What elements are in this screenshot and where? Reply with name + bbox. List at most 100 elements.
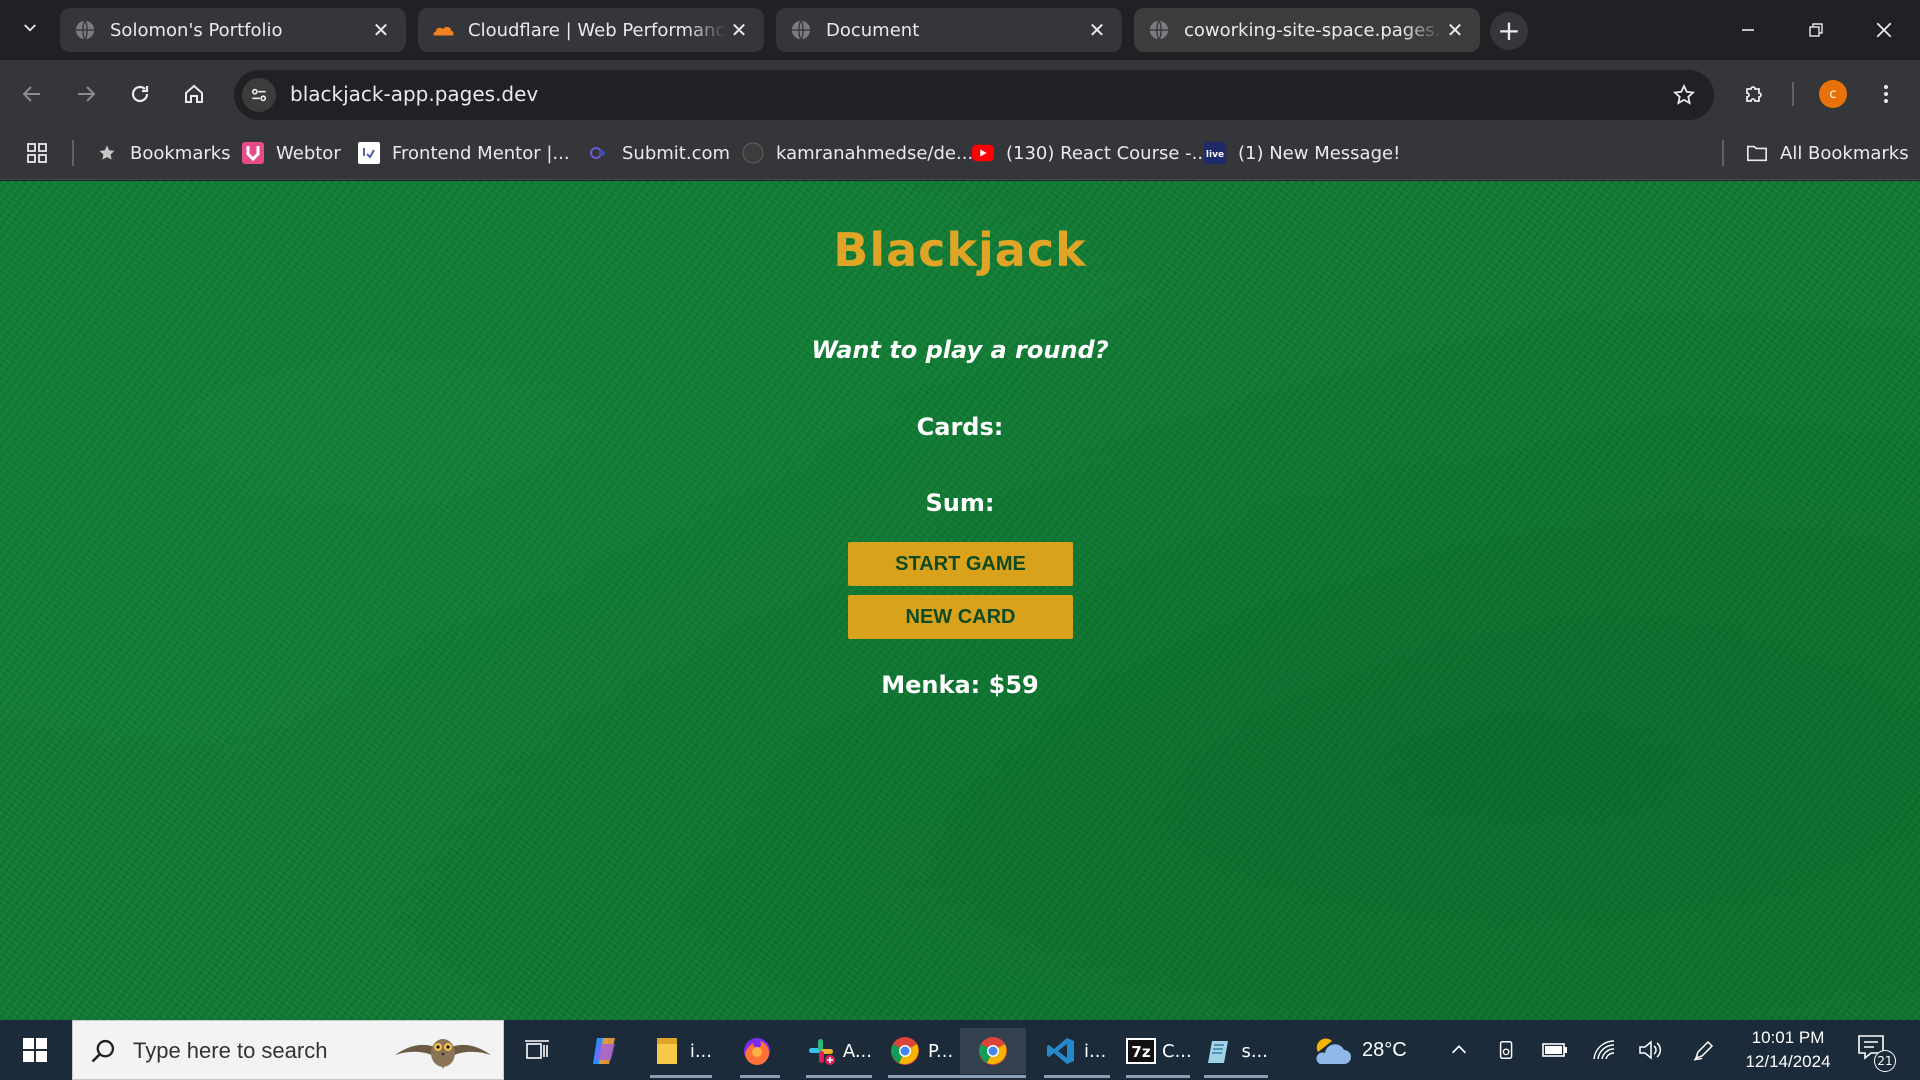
globe-icon [790, 19, 812, 41]
reload-icon [131, 85, 149, 103]
bookmarks-bar: Bookmarks Webtor Frontend Mentor |... Su… [0, 128, 1920, 180]
tab-solomons-portfolio[interactable]: Solomon's Portfolio ✕ [60, 8, 406, 52]
all-bookmarks-button[interactable]: All Bookmarks [1746, 138, 1909, 168]
forward-button[interactable] [66, 74, 106, 114]
bookmark-label: (1) New Message! [1238, 142, 1401, 164]
taskbar-app-label: i... [1084, 1040, 1107, 1062]
close-icon[interactable]: ✕ [1084, 17, 1110, 43]
reload-button[interactable] [120, 74, 160, 114]
tab-search-button[interactable] [14, 12, 46, 44]
taskbar-app-chrome-active[interactable] [960, 1028, 1026, 1078]
cards-label: Cards: [916, 413, 1004, 441]
windows-logo-icon [23, 1038, 47, 1062]
file-explorer-icon [650, 1034, 684, 1068]
bookmark-webtor[interactable]: Webtor [242, 138, 341, 168]
bookmark-label: Webtor [276, 142, 341, 164]
sum-label: Sum: [925, 489, 995, 517]
speaker-icon [1639, 1040, 1662, 1060]
bookmark-frontend-mentor[interactable]: Frontend Mentor |... [358, 138, 570, 168]
tab-cloudflare[interactable]: Cloudflare | Web Performance & Security … [418, 8, 764, 52]
player-info: Menka: $59 [881, 671, 1039, 699]
address-bar[interactable]: blackjack-app.pages.dev [234, 70, 1714, 120]
new-card-button[interactable]: NEW CARD [848, 595, 1073, 639]
owl-illustration-icon [395, 1039, 491, 1069]
tab-strip: Solomon's Portfolio ✕ Cloudflare | Web P… [0, 0, 1920, 60]
taskbar-app-firefox[interactable] [740, 1028, 780, 1078]
bookmark-bookmarks[interactable]: Bookmarks [96, 138, 231, 168]
copilot-icon [588, 1034, 622, 1068]
taskbar-app-vscode[interactable]: i... [1044, 1028, 1110, 1078]
start-game-button[interactable]: START GAME [848, 542, 1073, 586]
all-bookmarks-label: All Bookmarks [1780, 142, 1909, 164]
frontend-mentor-icon [358, 142, 380, 164]
bookmark-github[interactable]: kamranahmedse/de... [742, 138, 973, 168]
back-button[interactable] [12, 74, 52, 114]
bookmark-new-message[interactable]: live (1) New Message! [1204, 138, 1400, 168]
taskbar-app-chrome-profile[interactable]: P... [888, 1028, 960, 1078]
webtor-icon [242, 142, 264, 164]
network-button[interactable] [1592, 1020, 1616, 1080]
volume-button[interactable] [1638, 1020, 1664, 1080]
taskbar-app-7zip[interactable]: 7z C... [1126, 1028, 1192, 1078]
close-icon[interactable]: ✕ [1442, 17, 1468, 43]
taskbar-app-notepad[interactable]: s... [1204, 1028, 1268, 1078]
svg-text:7z: 7z [1131, 1043, 1150, 1061]
close-icon[interactable]: ✕ [726, 17, 752, 43]
pen-menu-button[interactable] [1692, 1020, 1716, 1080]
search-icon [91, 1039, 115, 1063]
tab-coworking-site[interactable]: coworking-site-space.pages.dev ✕ [1134, 8, 1480, 52]
bookmark-submit[interactable]: Submit.com [588, 138, 730, 168]
home-button[interactable] [174, 74, 214, 114]
arrow-left-icon [22, 86, 40, 102]
youtube-icon [972, 142, 994, 164]
taskbar-app-label: i... [689, 1040, 712, 1062]
menu-button[interactable] [1866, 74, 1906, 114]
bookmark-label: Frontend Mentor |... [392, 142, 570, 164]
running-indicator [806, 1075, 872, 1078]
chrome-icon [888, 1034, 922, 1068]
task-view-button[interactable] [520, 1028, 560, 1074]
taskbar-search-box[interactable]: Type here to search [72, 1020, 504, 1080]
start-button[interactable] [12, 1032, 58, 1068]
clock-time: 10:01 PM [1751, 1028, 1825, 1047]
running-indicator [1126, 1075, 1190, 1078]
bookmarks-divider [72, 140, 74, 166]
clock[interactable]: 10:01 PM 12/14/2024 [1736, 1026, 1840, 1074]
battery-button[interactable] [1542, 1020, 1568, 1080]
close-icon[interactable]: ✕ [368, 17, 394, 43]
show-hidden-icons-button[interactable] [1448, 1020, 1470, 1080]
running-indicator [1044, 1075, 1110, 1078]
site-info-button[interactable] [242, 78, 276, 112]
bookmark-star-button[interactable] [1668, 79, 1700, 111]
taskbar-app-label: C... [1162, 1040, 1192, 1062]
extensions-button[interactable] [1734, 74, 1774, 114]
star-icon [96, 142, 118, 164]
new-tab-button[interactable]: + [1490, 12, 1528, 50]
bookmark-label: kamranahmedse/de... [776, 142, 974, 164]
restore-button[interactable] [1788, 8, 1844, 52]
firefox-icon [740, 1034, 774, 1068]
taskbar-app-file-explorer[interactable]: i... [650, 1028, 712, 1078]
clock-date: 12/14/2024 [1745, 1052, 1831, 1071]
url-text[interactable]: blackjack-app.pages.dev [290, 82, 538, 106]
taskbar-app-label: A... [842, 1040, 872, 1062]
copilot-button[interactable] [588, 1028, 628, 1074]
apps-button[interactable] [26, 138, 60, 168]
tab-title: coworking-site-space.pages.dev [1184, 19, 1442, 41]
profile-avatar[interactable]: c [1819, 80, 1847, 108]
running-indicator [960, 1075, 1026, 1078]
close-window-button[interactable] [1856, 8, 1912, 52]
arrow-right-icon [78, 86, 96, 102]
taskbar-app-slack[interactable]: A... [806, 1028, 872, 1078]
meet-now-button[interactable] [1496, 1020, 1518, 1080]
weather-widget[interactable]: 28°C [1310, 1020, 1407, 1080]
tab-document[interactable]: Document ✕ [776, 8, 1122, 52]
game-message: Want to play a round? [811, 336, 1109, 364]
page-title: Blackjack [833, 223, 1087, 277]
github-icon [742, 142, 764, 164]
restore-icon [1809, 23, 1823, 37]
minimize-button[interactable] [1720, 8, 1776, 52]
cloudflare-icon [432, 19, 454, 41]
notification-center-button[interactable]: 21 [1856, 1032, 1896, 1072]
bookmark-react-course[interactable]: (130) React Course -... [972, 138, 1209, 168]
